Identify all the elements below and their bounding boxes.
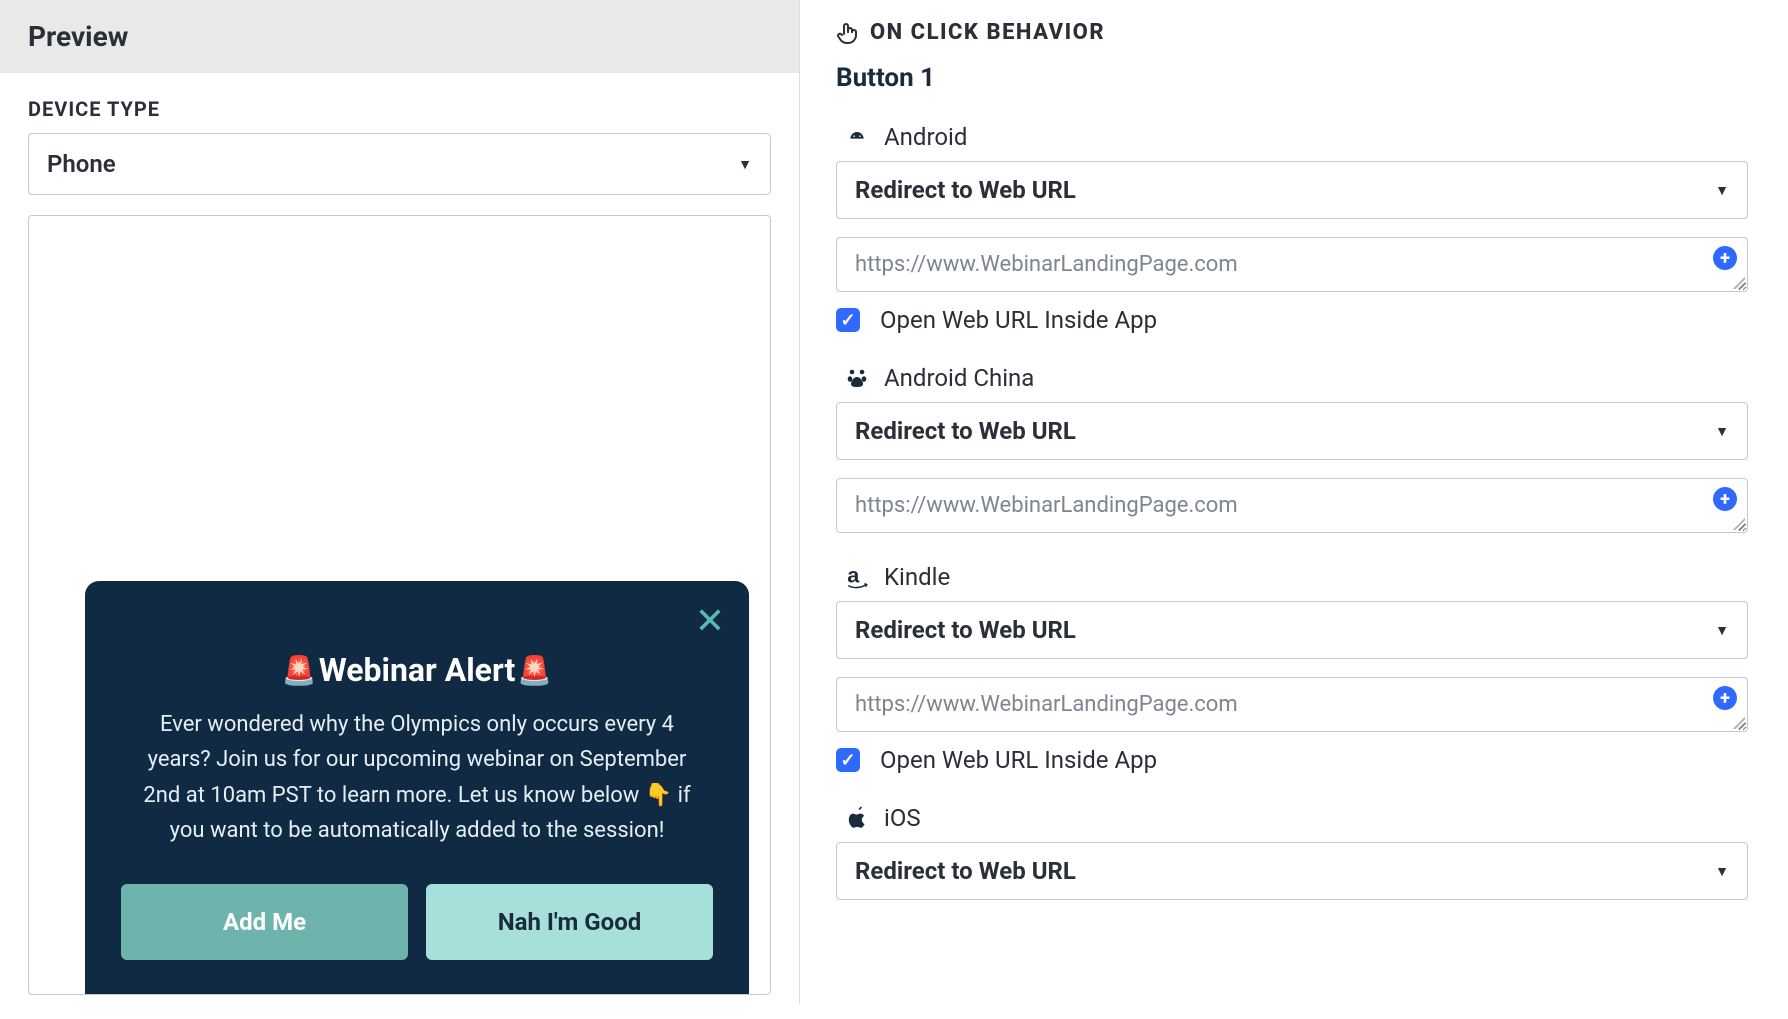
- resize-handle[interactable]: [1733, 518, 1745, 530]
- action-value: Redirect to Web URL: [855, 417, 1076, 445]
- action-value: Redirect to Web URL: [855, 176, 1076, 204]
- amazon-icon: a: [842, 565, 872, 589]
- platform-name: Android: [884, 123, 967, 151]
- platform-label: iOS: [842, 804, 1748, 832]
- siren-icon: 🚨: [517, 654, 552, 687]
- url-value: https://www.WebinarLandingPage.com: [855, 493, 1238, 518]
- chevron-down-icon: ▼: [1715, 622, 1729, 639]
- baidu-icon: [842, 366, 872, 390]
- add-icon[interactable]: +: [1713, 686, 1737, 710]
- chevron-down-icon: ▼: [1715, 423, 1729, 440]
- notification-title-text: Webinar Alert: [319, 651, 516, 689]
- chevron-down-icon: ▼: [738, 156, 752, 173]
- device-type-value: Phone: [47, 150, 116, 178]
- open-inside-app-checkbox[interactable]: ✓: [836, 308, 860, 332]
- url-input[interactable]: https://www.WebinarLandingPage.com +: [836, 478, 1748, 533]
- platform-label: Android: [842, 123, 1748, 151]
- action-value: Redirect to Web URL: [855, 616, 1076, 644]
- add-me-button[interactable]: Add Me: [121, 884, 408, 960]
- section-title-text: ON CLICK BEHAVIOR: [870, 20, 1105, 45]
- android-icon: [842, 125, 872, 149]
- add-icon[interactable]: +: [1713, 246, 1737, 270]
- platform-block: Android Redirect to Web URL ▼ https://www.W…: [836, 123, 1748, 334]
- notification-title: 🚨 Webinar Alert 🚨: [121, 651, 713, 689]
- close-icon[interactable]: ✕: [695, 603, 725, 639]
- platform-name: Android China: [884, 364, 1034, 392]
- open-inside-app-label: Open Web URL Inside App: [880, 746, 1157, 774]
- settings-panel: ON CLICK BEHAVIOR Button 1 Android Redire…: [800, 0, 1788, 1004]
- chevron-down-icon: ▼: [1715, 182, 1729, 199]
- action-select[interactable]: Redirect to Web URL ▼: [836, 842, 1748, 900]
- open-inside-app-label: Open Web URL Inside App: [880, 306, 1157, 334]
- add-icon[interactable]: +: [1713, 487, 1737, 511]
- device-type-label: DEVICE TYPE: [28, 97, 771, 121]
- resize-handle[interactable]: [1733, 717, 1745, 729]
- action-value: Redirect to Web URL: [855, 857, 1076, 885]
- nah-im-good-button[interactable]: Nah I'm Good: [426, 884, 713, 960]
- open-inside-app-row: ✓ Open Web URL Inside App: [836, 746, 1748, 774]
- url-value: https://www.WebinarLandingPage.com: [855, 692, 1238, 717]
- action-select[interactable]: Redirect to Web URL ▼: [836, 161, 1748, 219]
- platform-name: Kindle: [884, 563, 950, 591]
- platform-block: iOS Redirect to Web URL ▼: [836, 804, 1748, 900]
- notification-card: ✕ 🚨 Webinar Alert 🚨 Ever wondered why th…: [85, 581, 749, 994]
- resize-handle[interactable]: [1733, 277, 1745, 289]
- url-input[interactable]: https://www.WebinarLandingPage.com +: [836, 237, 1748, 292]
- platform-block: Android China Redirect to Web URL ▼ https:/…: [836, 364, 1748, 533]
- device-type-select[interactable]: Phone ▼: [28, 133, 771, 195]
- url-value: https://www.WebinarLandingPage.com: [855, 252, 1238, 277]
- url-input[interactable]: https://www.WebinarLandingPage.com +: [836, 677, 1748, 732]
- notification-body: Ever wondered why the Olympics only occu…: [121, 707, 713, 848]
- platform-label: Android China: [842, 364, 1748, 392]
- platform-block: a Kindle Redirect to Web URL ▼ https://www.W…: [836, 563, 1748, 774]
- platform-name: iOS: [884, 804, 921, 832]
- platform-label: a Kindle: [842, 563, 1748, 591]
- preview-header: Preview: [0, 0, 799, 73]
- section-title: ON CLICK BEHAVIOR: [836, 20, 1748, 45]
- button-subheader: Button 1: [836, 63, 1748, 93]
- open-inside-app-row: ✓ Open Web URL Inside App: [836, 306, 1748, 334]
- action-select[interactable]: Redirect to Web URL ▼: [836, 402, 1748, 460]
- action-select[interactable]: Redirect to Web URL ▼: [836, 601, 1748, 659]
- chevron-down-icon: ▼: [1715, 863, 1729, 880]
- open-inside-app-checkbox[interactable]: ✓: [836, 748, 860, 772]
- svg-text:a: a: [847, 564, 860, 587]
- preview-canvas: ✕ 🚨 Webinar Alert 🚨 Ever wondered why th…: [28, 215, 771, 995]
- apple-icon: [842, 806, 872, 830]
- hand-click-icon: [836, 21, 860, 45]
- preview-panel: Preview DEVICE TYPE Phone ▼ ✕ 🚨 Webinar …: [0, 0, 800, 1004]
- siren-icon: 🚨: [282, 654, 317, 687]
